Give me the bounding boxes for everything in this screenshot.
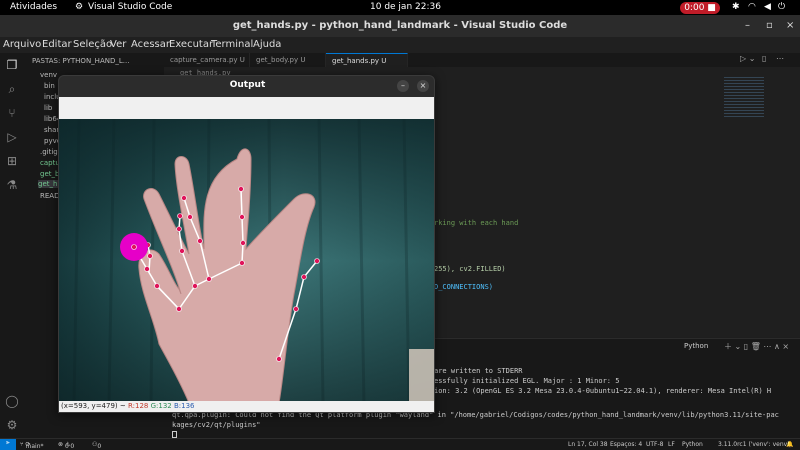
vscode-app-icon[interactable]: ⚙ xyxy=(75,2,83,12)
settings-gear-icon[interactable]: ⚙ xyxy=(4,417,20,433)
menu-ajuda[interactable]: Ajuda xyxy=(253,39,281,50)
notifications-icon[interactable]: 🔔 xyxy=(786,441,793,448)
maximize-icon[interactable]: ▫ xyxy=(766,15,773,37)
terminal-line-1: are written to STDERR xyxy=(434,367,523,375)
explorer-header: PASTAS: PYTHON_HAND_L... xyxy=(32,57,130,65)
window-close-button[interactable]: × xyxy=(417,80,429,92)
shirt xyxy=(409,349,434,403)
camera-image[interactable] xyxy=(59,119,434,403)
gnome-top-bar: Atividades ⚙ Visual Studio Code 10 de ja… xyxy=(0,0,800,15)
account-icon[interactable]: ◯ xyxy=(4,393,20,409)
tab-get-hands[interactable]: get_hands.py U xyxy=(326,53,408,67)
pixel-blue: B:136 xyxy=(173,402,195,410)
tree-item-venv[interactable]: venv xyxy=(40,71,57,79)
recording-indicator[interactable]: 0:00 ■ xyxy=(680,2,720,14)
ports-status[interactable]: ⚇ 0 xyxy=(92,441,101,450)
language-mode[interactable]: Python xyxy=(682,441,703,448)
tab-get-body[interactable]: get_body.py U xyxy=(250,53,326,67)
status-bar: ⫸ ⑂ main* ⟳ ⊗ 0 ⚠ 0 ⚇ 0 Ln 17, Col 38 Es… xyxy=(0,438,800,450)
app-name[interactable]: Visual Studio Code xyxy=(88,2,172,12)
problems-status[interactable]: ⊗ 0 ⚠ 0 xyxy=(58,441,74,450)
python-terminal-label[interactable]: Python xyxy=(684,342,708,350)
pixel-green: G:132 xyxy=(150,402,172,410)
error-count: 0 xyxy=(64,443,69,450)
more-actions-icon[interactable]: ⋯ xyxy=(776,54,784,63)
output-window[interactable]: Output – × (x=593, y=479) ~ R:128 G:132 … xyxy=(58,75,435,413)
explorer-icon[interactable]: ❐ xyxy=(4,57,20,73)
terminal-cursor xyxy=(172,431,177,438)
search-icon[interactable]: ⌕ xyxy=(4,81,20,97)
close-icon[interactable]: × xyxy=(786,15,794,37)
accessibility-icon[interactable]: ✱ xyxy=(732,2,740,12)
cursor-coords: (x=593, y=479) ~ xyxy=(61,402,126,410)
extensions-icon[interactable]: ⊞ xyxy=(4,153,20,169)
source-control-icon[interactable]: ⑂ xyxy=(4,105,20,121)
eol[interactable]: LF xyxy=(668,441,675,448)
menu-arquivo[interactable]: Arquivo xyxy=(3,39,41,50)
menu-editar[interactable]: Editar xyxy=(42,39,72,50)
warning-count: 0 xyxy=(70,443,75,450)
code-line-filled: 255), cv2.FILLED) xyxy=(434,265,506,273)
output-window-title: Output xyxy=(229,80,266,90)
testing-icon[interactable]: ⚗ xyxy=(4,177,20,193)
new-terminal-icon[interactable]: ＋ ⌄ ▯ 🗑 ⋯ ∧ × xyxy=(724,341,789,352)
pixel-red: R:128 xyxy=(127,402,149,410)
branch-status[interactable]: ⑂ main* ⟳ xyxy=(20,441,44,450)
branch-name: main* xyxy=(25,443,44,450)
menu-ver[interactable]: Ver xyxy=(110,39,126,50)
camera-frame xyxy=(59,119,434,403)
remote-icon[interactable]: ⫸ xyxy=(0,439,16,450)
tree-item-lib[interactable]: lib xyxy=(44,104,52,112)
wifi-icon[interactable]: ◠ xyxy=(748,2,756,12)
terminal-line-3: ion: 3.2 (OpenGL ES 3.2 Mesa 23.0.4-0ubu… xyxy=(434,387,772,395)
menu-selecao[interactable]: Seleção xyxy=(73,39,112,50)
window-titlebar: get_hands.py - python_hand_landmark - Vi… xyxy=(0,15,800,37)
tree-item-bin[interactable]: bin xyxy=(44,82,55,90)
code-line-comment: rking with each hand xyxy=(434,219,519,227)
clock[interactable]: 10 de jan 22:36 xyxy=(370,2,441,12)
run-file-icon[interactable]: ▷ ⌄ xyxy=(740,54,755,63)
volume-icon[interactable]: ◀ xyxy=(764,2,771,12)
tab-capture-camera[interactable]: capture_camera.py U xyxy=(164,53,250,67)
indentation[interactable]: Espaços: 4 xyxy=(610,441,642,448)
minimize-icon[interactable]: – xyxy=(745,15,750,37)
run-debug-icon[interactable]: ▷ xyxy=(4,129,20,145)
python-interpreter[interactable]: 3.11.0rc1 ('venv': venv) xyxy=(718,441,790,448)
ports-count: 0 xyxy=(97,443,102,450)
terminal-line-2: essfully initialized EGL. Major : 1 Mino… xyxy=(434,377,620,385)
power-icon[interactable]: ⏻ xyxy=(778,2,785,12)
image-toolbar xyxy=(59,97,434,119)
cursor-position[interactable]: Ln 17, Col 38 xyxy=(568,441,608,448)
menu-terminal[interactable]: Terminal xyxy=(211,39,253,50)
editor-tabs: capture_camera.py U get_body.py U get_ha… xyxy=(164,53,800,67)
window-minimize-button[interactable]: – xyxy=(397,80,409,92)
activities-button[interactable]: Atividades xyxy=(10,2,57,12)
encoding[interactable]: UTF-8 xyxy=(646,441,664,448)
split-editor-icon[interactable]: ▯ xyxy=(762,54,766,63)
pixel-info-bar: (x=593, y=479) ~ R:128 G:132 B:136 xyxy=(59,401,434,412)
window-title: get_hands.py - python_hand_landmark - Vi… xyxy=(232,20,568,31)
activity-bar: ❐ ⌕ ⑂ ▷ ⊞ ⚗ ◯ ⚙ xyxy=(0,53,24,438)
menu-bar: Arquivo Editar Seleção Ver Acessar Execu… xyxy=(0,37,800,53)
minimap[interactable] xyxy=(724,77,764,117)
menu-executar[interactable]: Executar xyxy=(169,39,213,50)
menu-acessar[interactable]: Acessar xyxy=(131,39,170,50)
record-time: 0:00 xyxy=(684,3,705,13)
terminal-line-5: kages/cv2/qt/plugins" xyxy=(172,421,261,429)
code-line-connections: D_CONNECTIONS) xyxy=(434,283,494,291)
